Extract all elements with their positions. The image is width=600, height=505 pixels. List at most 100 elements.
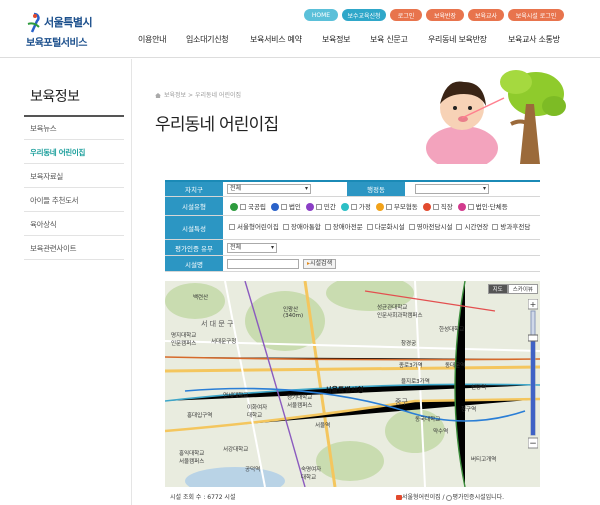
type-checkbox-private[interactable] bbox=[315, 204, 322, 210]
map-label-city-hall[interactable]: 서울특별시청 bbox=[325, 385, 364, 395]
facility-search-button[interactable]: ▸시설검색 bbox=[303, 258, 337, 269]
page: 서울특별시 보육포털서비스 HOME 보수교육신청 로그인 보육반장 보육교사 … bbox=[0, 0, 600, 505]
map-tab-map[interactable]: 지도 bbox=[487, 284, 508, 294]
accredit-label: 평가인증 유무 bbox=[165, 240, 223, 255]
training-apply-button[interactable]: 보수교육신청 bbox=[342, 9, 386, 21]
header: 서울특별시 보육포털서비스 HOME 보수교육신청 로그인 보육반장 보육교사 … bbox=[0, 0, 600, 58]
group-type-dot bbox=[457, 203, 466, 211]
sidebar-item-parenting[interactable]: 육아상식 bbox=[24, 214, 124, 236]
dong-select[interactable] bbox=[415, 184, 489, 194]
legend-seoul: 서울형어린이집 bbox=[402, 494, 441, 501]
nav-waitlist[interactable]: 입소대기신청 bbox=[186, 34, 229, 45]
feature-option-label: 영아전담시설 bbox=[416, 223, 453, 231]
login-button[interactable]: 로그인 bbox=[390, 9, 422, 21]
search-form: 자치구 전체 행정동 시설유형 국공립 법인 민간 가정 부모협동 직장 법인·… bbox=[165, 180, 540, 272]
type-option-label: 국공립 bbox=[248, 203, 266, 211]
facility-search-label: 시설검색 bbox=[310, 259, 333, 267]
row-district: 자치구 전체 행정동 bbox=[165, 182, 540, 197]
sidebar-item-sites[interactable]: 보육관련사이트 bbox=[24, 238, 124, 260]
map-label: 신당역 bbox=[471, 385, 487, 391]
map-label: 숙명여자 bbox=[301, 467, 322, 473]
daycare-map[interactable]: 백련산 서 대 문 구 인왕산 (340m) 성균관대학교 인문사회과학캠퍼스 … bbox=[165, 281, 540, 487]
map-label: 성균관대학교 bbox=[377, 305, 408, 311]
map-label: 연세대학교 bbox=[223, 393, 249, 399]
facility-count: 시설 조회 수 : 6772 시설 bbox=[170, 494, 236, 501]
site-logo[interactable]: 서울특별시 보육포털서비스 bbox=[26, 10, 136, 49]
childcare-leader-button[interactable]: 보육반장 bbox=[426, 9, 464, 21]
map-label: 창경궁 bbox=[401, 341, 417, 347]
nav-petition[interactable]: 보육 신문고 bbox=[370, 34, 408, 45]
type-option-label: 법인·단체등 bbox=[475, 203, 508, 211]
feature-checkbox-disabled[interactable] bbox=[324, 224, 331, 230]
svg-text:−: − bbox=[529, 439, 537, 449]
nav-neighborhood-leader[interactable]: 우리동네 보육반장 bbox=[428, 34, 487, 45]
sidebar: 보육정보 보육뉴스 우리동네 어린이집 보육자료실 아이들 추천도서 육아상식 … bbox=[0, 59, 132, 505]
row-name: 시설명 ▸시설검색 bbox=[165, 256, 540, 272]
feature-option-label: 방과후전담 bbox=[500, 223, 531, 231]
home-button[interactable]: HOME bbox=[304, 9, 338, 21]
map-label: 서 대 문 구 bbox=[201, 320, 234, 328]
feature-checkbox-multicultural[interactable] bbox=[366, 224, 373, 230]
type-checkbox-group[interactable] bbox=[467, 204, 474, 210]
map-label: 인문캠퍼스 bbox=[171, 341, 197, 347]
map-label: 서강대학교 bbox=[223, 447, 249, 453]
map-label: 대학교 bbox=[247, 413, 263, 419]
map-label: 서울캠퍼스 bbox=[287, 403, 313, 409]
dong-label: 행정동 bbox=[347, 182, 405, 196]
home-type-dot bbox=[340, 203, 349, 211]
sidebar-item-archive[interactable]: 보육자료실 bbox=[24, 166, 124, 188]
sidebar-item-news[interactable]: 보육뉴스 bbox=[24, 118, 124, 140]
workplace-type-dot bbox=[422, 203, 431, 211]
feature-label: 시설특성 bbox=[165, 216, 223, 239]
feature-option-label: 다문화시설 bbox=[374, 223, 405, 231]
feature-checkbox-infant[interactable] bbox=[408, 224, 415, 230]
nav-usage-guide[interactable]: 이용안내 bbox=[138, 34, 167, 45]
type-option-label: 부모협동 bbox=[393, 203, 418, 211]
type-option-label: 법인 bbox=[288, 203, 301, 211]
map-label: 청구역 bbox=[461, 407, 477, 413]
map-label: 을지로3가역 bbox=[401, 379, 430, 385]
district-select[interactable]: 전체 bbox=[227, 184, 311, 194]
map-label: 백련산 bbox=[193, 295, 209, 301]
page-title: 우리동네 어린이집 bbox=[155, 115, 279, 135]
nav-childcare-info[interactable]: 보육정보 bbox=[322, 34, 351, 45]
seoul-logo-icon bbox=[27, 12, 40, 33]
facility-name-input[interactable] bbox=[227, 258, 299, 269]
map-view-tabs: 지도 스카이뷰 bbox=[487, 284, 538, 294]
feature-checkbox-seoul[interactable] bbox=[229, 224, 235, 230]
district-label: 자치구 bbox=[165, 182, 223, 196]
teacher-button[interactable]: 보육교사 bbox=[468, 9, 504, 21]
map-label: 인왕산 bbox=[283, 307, 299, 313]
map-label: 약수역 bbox=[433, 429, 449, 435]
breadcrumb-level1[interactable]: 보육정보 bbox=[164, 92, 186, 99]
row-feature: 시설특성 서울형어린이집 장애아통합 장애아전문 다문화시설 영아전담시설 시간… bbox=[165, 216, 540, 240]
public-type-dot bbox=[230, 203, 238, 211]
feature-checkbox-extended[interactable] bbox=[456, 224, 463, 230]
map-tab-skyview[interactable]: 스카이뷰 bbox=[507, 284, 538, 294]
type-options: 국공립 법인 민간 가정 부모협동 직장 법인·단체등 bbox=[227, 197, 540, 215]
type-checkbox-coop[interactable] bbox=[385, 204, 392, 210]
map-label: 동국대학교 bbox=[415, 417, 441, 423]
nav-service-reservation[interactable]: 보육서비스 예약 bbox=[250, 34, 302, 45]
zoom-slider[interactable]: + − bbox=[528, 299, 538, 449]
nav-teacher-community[interactable]: 보육교사 소통방 bbox=[508, 34, 560, 45]
name-label: 시설명 bbox=[165, 256, 223, 271]
type-checkbox-home[interactable] bbox=[350, 204, 357, 210]
accredit-select[interactable]: 전체 bbox=[227, 242, 277, 253]
feature-checkbox-afterschool[interactable] bbox=[492, 224, 499, 230]
type-checkbox-workplace[interactable] bbox=[432, 204, 439, 210]
type-checkbox-corporate[interactable] bbox=[280, 204, 287, 210]
feature-checkbox-integrated[interactable] bbox=[282, 224, 289, 230]
sidebar-item-books[interactable]: 아이들 추천도서 bbox=[24, 190, 124, 212]
sidebar-item-daycare[interactable]: 우리동네 어린이집 bbox=[24, 142, 124, 164]
map-label: 홍대입구역 bbox=[187, 413, 213, 419]
facility-login-button[interactable]: 보육시설 로그인 bbox=[508, 9, 564, 21]
type-checkbox-public[interactable] bbox=[240, 204, 246, 210]
map-label: 서울역 bbox=[315, 423, 331, 429]
breadcrumb: 보육정보 > 우리동네 어린이집 bbox=[155, 90, 241, 99]
map-label: 인문사회과학캠퍼스 bbox=[377, 313, 423, 319]
coop-type-dot bbox=[375, 203, 384, 211]
map-label: 이화여자 bbox=[247, 405, 268, 411]
map-label: 홍익대학교 bbox=[179, 451, 205, 457]
svg-text:+: + bbox=[530, 300, 537, 309]
